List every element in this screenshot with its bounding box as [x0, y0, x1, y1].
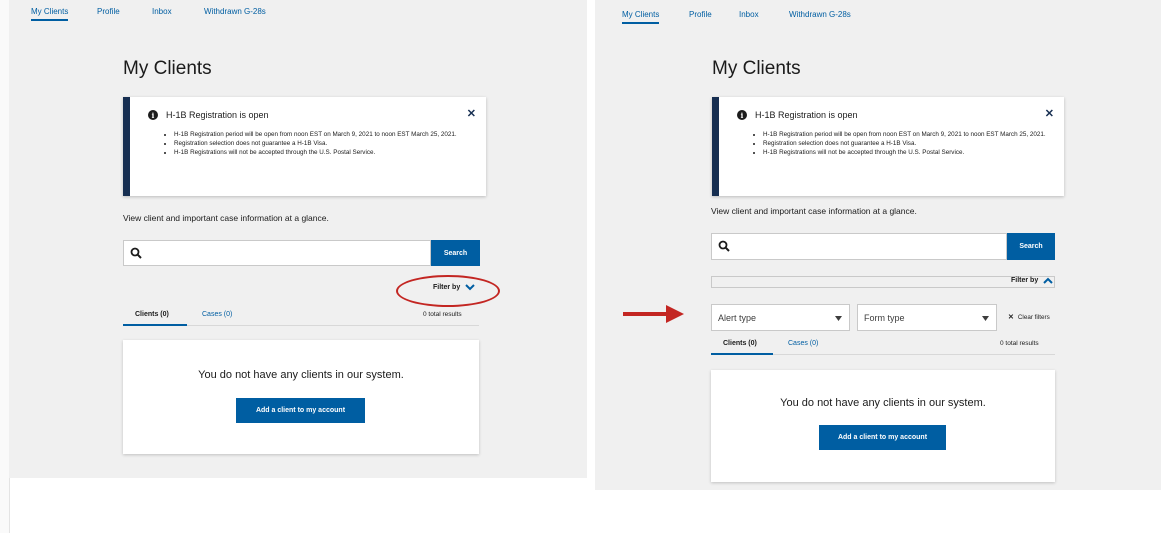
nav-my-clients[interactable]: My Clients	[622, 10, 660, 24]
top-nav: My Clients Profile Inbox Withdrawn G-28s	[595, 0, 1161, 24]
intro-text: View client and important case informati…	[123, 213, 329, 223]
screenshot-before: My Clients Profile Inbox Withdrawn G-28s…	[9, 0, 587, 478]
highlight-circle	[396, 275, 500, 307]
filter-panel-bar	[711, 276, 1055, 288]
active-tab-indicator	[711, 353, 773, 355]
search-icon	[718, 240, 730, 252]
screenshot-after: My Clients Profile Inbox Withdrawn G-28s…	[595, 0, 1161, 490]
alert-type-select[interactable]: Alert type	[711, 304, 850, 331]
active-tab-indicator	[123, 324, 187, 326]
alert-bullet: Registration selection does not guarante…	[763, 139, 1050, 148]
clear-filters-label: Clear filters	[1017, 313, 1050, 321]
caret-down-icon	[982, 316, 989, 321]
total-results: 0 total results	[1000, 340, 1039, 347]
info-icon: i	[148, 110, 158, 120]
registration-alert: i H-1B Registration is open ✕ H-1B Regis…	[712, 97, 1064, 196]
caret-down-icon	[835, 316, 842, 321]
alert-header: i H-1B Registration is open	[148, 110, 269, 120]
nav-my-clients[interactable]: My Clients	[31, 7, 69, 21]
tab-clients[interactable]: Clients (0)	[723, 340, 757, 347]
info-icon: i	[737, 110, 747, 120]
alert-title: H-1B Registration is open	[166, 110, 269, 120]
alert-bullet: H-1B Registrations will not be accepted …	[763, 148, 1050, 157]
red-arrow-icon	[623, 305, 684, 323]
chevron-up-icon	[1043, 277, 1053, 284]
empty-state-card: You do not have any clients in our syste…	[711, 370, 1055, 482]
clear-filters-button[interactable]: ✕ Clear filters	[1008, 313, 1050, 322]
add-client-button[interactable]: Add a client to my account	[236, 398, 365, 423]
filter-by-toggle[interactable]: Filter by	[1011, 277, 1053, 284]
alert-header: i H-1B Registration is open	[737, 110, 858, 120]
intro-text: View client and important case informati…	[711, 206, 917, 216]
tab-cases[interactable]: Cases (0)	[788, 340, 818, 347]
search-button[interactable]: Search	[1007, 233, 1055, 260]
search-input[interactable]	[123, 240, 431, 266]
search-input[interactable]	[711, 233, 1007, 260]
registration-alert: i H-1B Registration is open ✕ H-1B Regis…	[123, 97, 486, 196]
search-button[interactable]: Search	[431, 240, 480, 266]
alert-bullets: H-1B Registration period will be open fr…	[166, 130, 472, 157]
empty-state-card: You do not have any clients in our syste…	[123, 340, 479, 454]
form-type-select[interactable]: Form type	[857, 304, 997, 331]
alert-bullet: H-1B Registration period will be open fr…	[174, 130, 472, 139]
close-icon[interactable]: ✕	[467, 107, 476, 120]
page-title: My Clients	[712, 58, 801, 79]
filter-by-label: Filter by	[1011, 277, 1039, 284]
page-title: My Clients	[123, 58, 212, 79]
top-nav: My Clients Profile Inbox Withdrawn G-28s	[9, 0, 587, 22]
alert-bullet: H-1B Registration period will be open fr…	[763, 130, 1050, 139]
search-icon	[130, 247, 142, 259]
nav-inbox[interactable]: Inbox	[152, 7, 172, 16]
add-client-button[interactable]: Add a client to my account	[819, 425, 946, 450]
alert-title: H-1B Registration is open	[755, 110, 858, 120]
close-icon: ✕	[1008, 314, 1014, 321]
nav-inbox[interactable]: Inbox	[739, 10, 759, 19]
nav-profile[interactable]: Profile	[97, 7, 120, 16]
close-icon[interactable]: ✕	[1045, 107, 1054, 120]
tab-divider	[773, 354, 1055, 355]
alert-type-label: Alert type	[718, 313, 757, 323]
form-type-label: Form type	[864, 313, 905, 323]
tab-cases[interactable]: Cases (0)	[202, 311, 232, 318]
total-results: 0 total results	[423, 311, 462, 318]
alert-bullets: H-1B Registration period will be open fr…	[755, 130, 1050, 157]
alert-bullet: H-1B Registrations will not be accepted …	[174, 148, 472, 157]
nav-withdrawn-g28s[interactable]: Withdrawn G-28s	[789, 10, 851, 19]
empty-state-message: You do not have any clients in our syste…	[780, 397, 986, 409]
empty-state-message: You do not have any clients in our syste…	[198, 369, 404, 381]
tab-clients[interactable]: Clients (0)	[135, 311, 169, 318]
alert-bullet: Registration selection does not guarante…	[174, 139, 472, 148]
nav-profile[interactable]: Profile	[689, 10, 712, 19]
tab-divider	[187, 325, 479, 326]
nav-withdrawn-g28s[interactable]: Withdrawn G-28s	[204, 7, 266, 16]
